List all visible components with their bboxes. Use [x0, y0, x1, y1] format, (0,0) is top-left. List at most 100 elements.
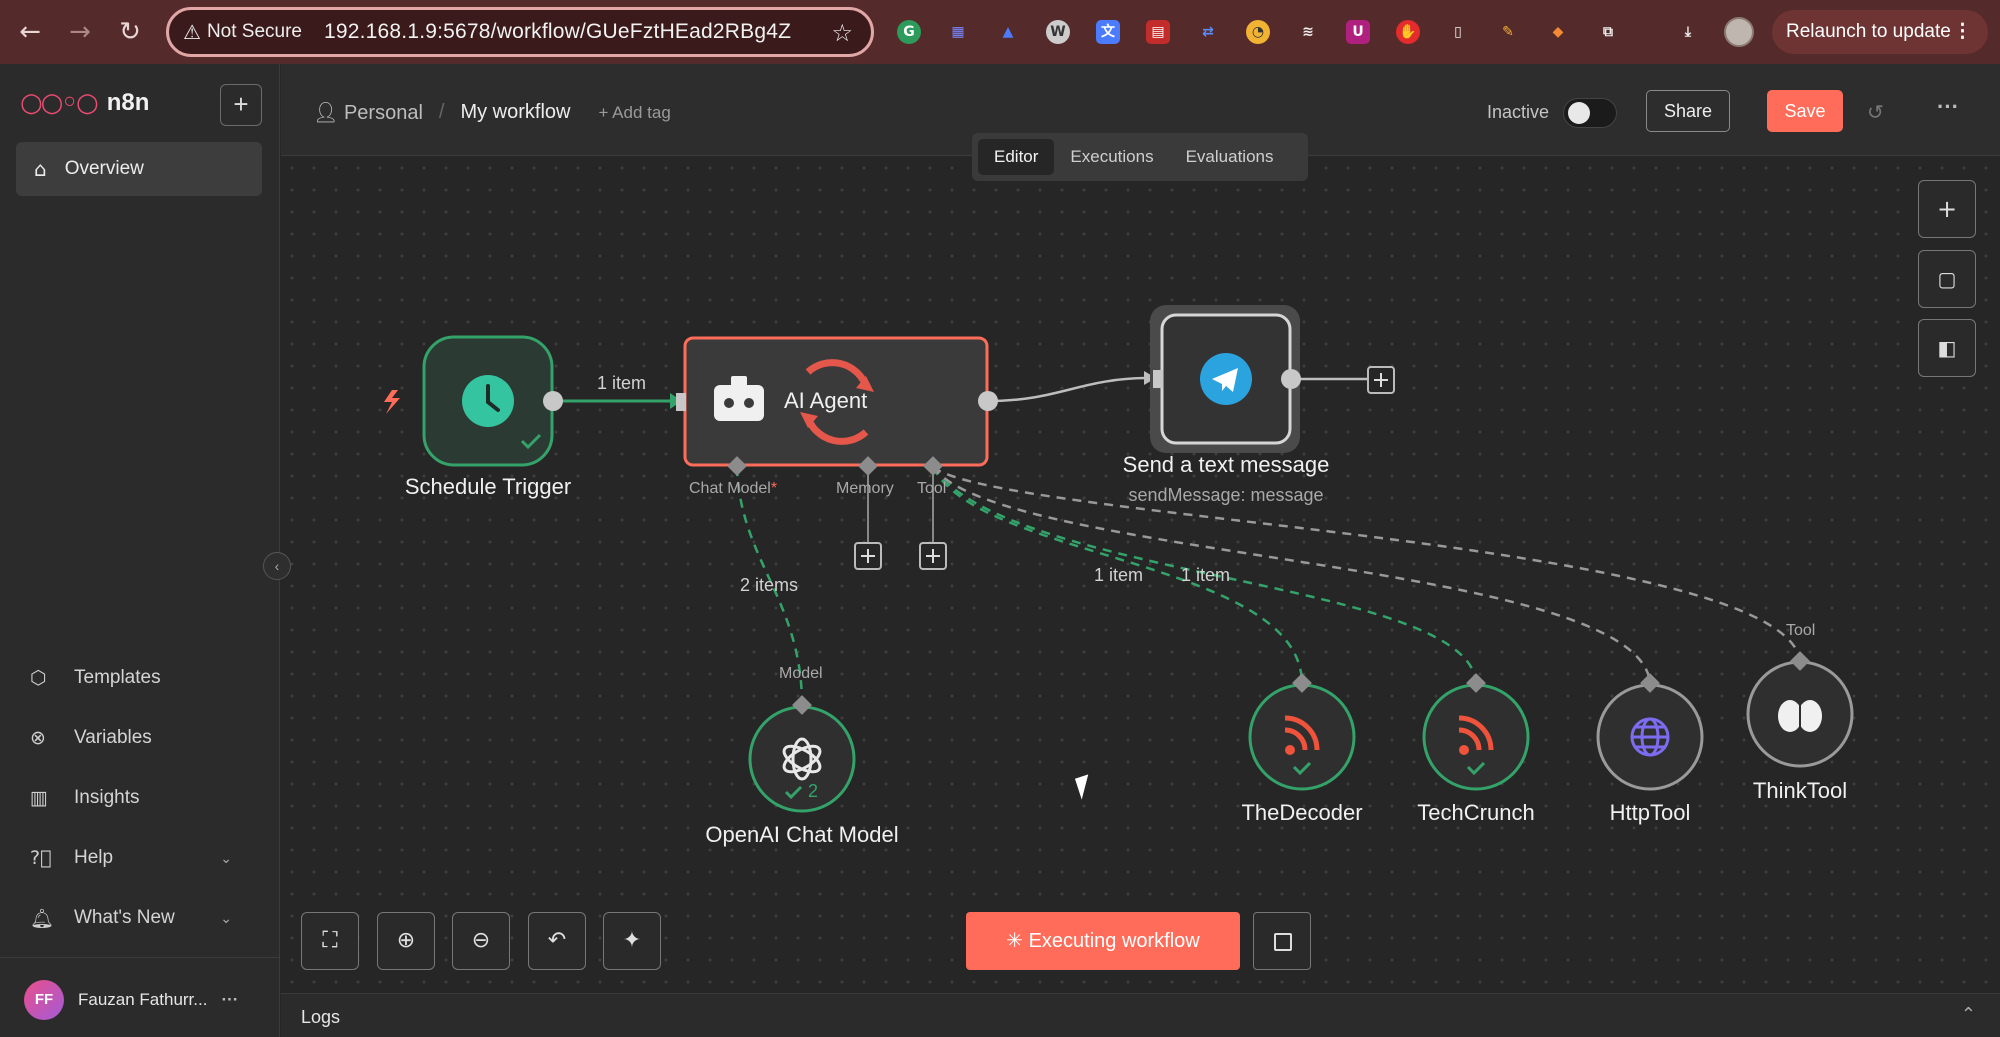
add-node-button[interactable]: + [1918, 180, 1976, 238]
user-menu[interactable]: FF Fauzan Fathurr... ··· [24, 980, 238, 1020]
home-icon: ⌂ [34, 157, 47, 181]
wordtune-extension-icon[interactable]: W [1046, 20, 1070, 44]
create-button[interactable]: + [220, 84, 262, 126]
toggle-knob [1568, 102, 1590, 124]
stop-execution-button[interactable] [1253, 912, 1311, 970]
n8n-logo-icon: ○○◦○ [20, 88, 99, 118]
openai-node-label: OpenAI Chat Model [705, 822, 899, 847]
bookmark-star-icon[interactable]: ☆ [831, 19, 853, 47]
table-extension-icon[interactable]: ▦ [946, 20, 970, 44]
sidebar-item-label: What's New [74, 907, 175, 928]
sidebar-item-whats-new[interactable]: 🔔︎ What's New ⌄ [30, 898, 250, 938]
translate-extension-icon[interactable]: 文 [1096, 20, 1120, 44]
tab-executions[interactable]: Executions [1054, 139, 1169, 175]
download-icon[interactable]: ⤓ [1676, 20, 1700, 44]
sidebar-item-label: Overview [64, 158, 144, 179]
forward-icon[interactable]: → [64, 16, 96, 48]
save-button[interactable]: Save [1767, 90, 1843, 132]
view-tabs: Editor Executions Evaluations [972, 133, 1308, 181]
thinktool-label: ThinkTool [1752, 778, 1848, 803]
executing-workflow-button[interactable]: ✳︎ Executing workflow [966, 912, 1240, 970]
address-bar[interactable]: ⚠ Not Secure 192.168.1.9:5678/workflow/G… [166, 7, 874, 57]
browser-toolbar: ← → ↻ ⚠ Not Secure 192.168.1.9:5678/work… [0, 0, 2000, 64]
connection-label: 1 item [1094, 565, 1144, 585]
fit-view-icon[interactable]: ⛶ [301, 912, 359, 970]
sticky-note-icon[interactable]: ▢ [1918, 250, 1976, 308]
hand-extension-icon[interactable]: ✋ [1396, 20, 1420, 44]
zoom-in-icon[interactable]: ⊕ [377, 912, 435, 970]
logs-panel[interactable]: Logs ⌃ [281, 993, 2000, 1037]
relaunch-button[interactable]: Relaunch to update ⋮ [1772, 10, 1988, 54]
user-name: Fauzan Fathurr... [78, 990, 208, 1009]
brand-name: n8n [106, 89, 150, 116]
reload-icon[interactable]: ↻ [114, 16, 146, 48]
tab-editor[interactable]: Editor [978, 139, 1055, 175]
active-toggle[interactable] [1563, 98, 1617, 128]
breadcrumb: 👤︎ Personal / My workflow + Add tag [313, 100, 671, 125]
collapse-sidebar-button[interactable]: ‹ [263, 552, 291, 580]
grammarly-extension-icon[interactable]: G [897, 20, 921, 44]
spinner-icon: ✳︎ [1006, 930, 1029, 952]
execution-count: 2 [808, 781, 819, 801]
tidy-up-icon[interactable]: ✦ [603, 912, 661, 970]
chevron-down-icon: ⌄ [220, 909, 232, 926]
database-extension-icon[interactable]: ≋ [1296, 20, 1320, 44]
thedecoder-label: TheDecoder [1241, 800, 1363, 825]
panel-toggle-icon[interactable]: ◧ [1918, 319, 1976, 377]
stop-icon [1274, 933, 1292, 951]
more-options-icon[interactable]: ··· [1937, 94, 1959, 120]
security-label[interactable]: Not Secure [207, 21, 302, 43]
connection-label: 1 item [597, 373, 647, 393]
triangle-extension-icon[interactable]: ▲ [996, 20, 1020, 44]
techcrunch-label: TechCrunch [1417, 800, 1535, 825]
page-extension-icon[interactable]: ▯ [1446, 20, 1470, 44]
project-link[interactable]: 👤︎ Personal [313, 100, 423, 125]
connection-label: 1 item [1181, 565, 1231, 585]
menu-dots-icon[interactable]: ⋮ [1953, 10, 1972, 54]
templates-icon: ⬡ [30, 667, 47, 689]
ublock-extension-icon[interactable]: U [1346, 20, 1370, 44]
bell-icon: 🔔︎ [30, 907, 55, 930]
sidebar-item-insights[interactable]: ▥ Insights [30, 778, 250, 818]
clock-extension-icon[interactable]: ◔ [1246, 20, 1270, 44]
help-icon: ?⃝ [30, 847, 52, 869]
undo-icon[interactable]: ↶ [528, 912, 586, 970]
zoom-out-icon[interactable]: ⊖ [452, 912, 510, 970]
flow-extension-icon[interactable]: ⇄ [1196, 20, 1220, 44]
required-marker: * [770, 480, 778, 497]
logo[interactable]: ○○◦○ n8n [20, 88, 149, 118]
add-tag-button[interactable]: + Add tag [598, 103, 670, 123]
workflow-name[interactable]: My workflow [460, 101, 570, 124]
fox-extension-icon[interactable]: ◆ [1546, 20, 1570, 44]
chat-model-port-label: Chat Model* [689, 480, 777, 498]
ai-agent-label: AI Agent [784, 388, 868, 413]
tab-evaluations[interactable]: Evaluations [1170, 139, 1290, 175]
history-icon[interactable]: ↺ [1867, 100, 1884, 124]
more-icon[interactable]: ··· [221, 990, 238, 1010]
telegram-node-label: Send a text message [1122, 452, 1330, 477]
pen-extension-icon[interactable]: ✎ [1496, 20, 1520, 44]
sidebar-item-label: Help [74, 847, 114, 868]
sidebar-item-templates[interactable]: ⬡ Templates [30, 658, 250, 698]
sidebar-item-help[interactable]: ?⃝ Help ⌄ [30, 838, 250, 878]
pdf-extension-icon[interactable]: ▤ [1146, 20, 1170, 44]
share-button[interactable]: Share [1646, 90, 1730, 132]
breadcrumb-separator: / [438, 101, 445, 123]
chevron-up-icon[interactable]: ⌃ [1961, 1004, 1976, 1025]
profile-avatar[interactable] [1724, 17, 1754, 47]
variables-icon: ⊗ [30, 727, 46, 749]
connection-label: 2 items [740, 575, 799, 595]
puzzle-extensions-icon[interactable]: ⧉ [1596, 20, 1620, 44]
sidebar: ○○◦○ n8n + ⌂ Overview ⬡ Templates ⊗ Vari… [0, 64, 280, 1037]
avatar: FF [24, 980, 64, 1020]
think-tool-port-label: Tool [1786, 622, 1816, 639]
url-text[interactable]: 192.168.1.9:5678/workflow/GUeFztHEad2RBg… [324, 20, 791, 44]
back-icon[interactable]: ← [14, 16, 46, 48]
sidebar-item-variables[interactable]: ⊗ Variables [30, 718, 250, 758]
logs-label: Logs [301, 1007, 341, 1027]
sidebar-item-overview[interactable]: ⌂ Overview [16, 142, 262, 196]
port-name: Chat Model [689, 480, 771, 497]
relaunch-label: Relaunch to update [1786, 21, 1951, 42]
insights-icon: ▥ [30, 787, 48, 809]
memory-port-label: Memory [836, 480, 894, 497]
